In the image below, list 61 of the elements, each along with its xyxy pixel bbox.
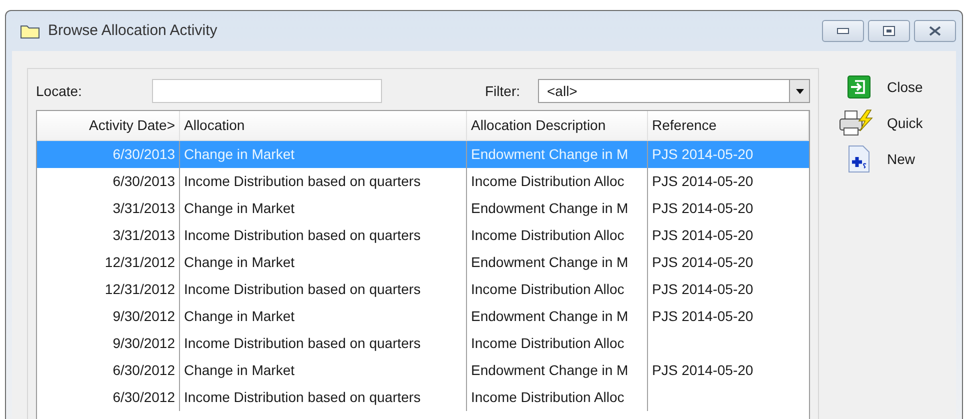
window-title: Browse Allocation Activity (48, 20, 218, 41)
restore-window-button[interactable] (868, 20, 910, 42)
table-cell-text: Income Distribution Alloc (471, 226, 624, 245)
minimize-icon (837, 28, 849, 34)
table-cell-text: PJS 2014-05-20 (652, 253, 754, 272)
table-cell-text: Income Distribution based on quarters (184, 334, 421, 353)
close-button[interactable]: Close (839, 72, 923, 102)
table-cell-text: 6/30/2013 (112, 172, 175, 191)
table-cell-text: 3/31/2013 (112, 226, 175, 245)
locate-label: Locate: (36, 82, 83, 100)
table-cell-text: Income Distribution based on quarters (184, 226, 421, 245)
column-header[interactable]: Allocation Description (467, 111, 648, 140)
exit-icon (847, 75, 871, 99)
table-cell-text: Change in Market (184, 145, 295, 164)
quick-button[interactable]: Quick (839, 108, 923, 138)
table-cell-text: Change in Market (184, 307, 295, 326)
table-cell-text: Income Distribution Alloc (471, 334, 624, 353)
table-cell-text: Endowment Change in M (471, 145, 628, 164)
table-cell-text: 6/30/2013 (112, 145, 175, 164)
table-cell-text: PJS 2014-05-20 (652, 199, 754, 218)
minimize-window-button[interactable] (822, 20, 864, 42)
table-cell-text: 6/30/2012 (112, 361, 175, 380)
table-cell-text: Endowment Change in M (471, 307, 628, 326)
table-cell-text: Income Distribution based on quarters (184, 388, 421, 407)
table-cell-text: Income Distribution Alloc (471, 388, 624, 407)
table-cell-text: 3/31/2013 (112, 199, 175, 218)
dropdown-arrow-button[interactable] (789, 80, 809, 102)
locate-field[interactable] (152, 79, 382, 103)
maximize-icon (883, 26, 895, 36)
table-cell-text: 12/31/2012 (104, 253, 175, 272)
table-cell-text: Change in Market (184, 199, 295, 218)
table-cell-text: Income Distribution Alloc (471, 280, 624, 299)
table-cell-text: PJS 2014-05-20 (652, 172, 754, 191)
filter-dropdown[interactable]: <all> (538, 79, 810, 103)
filter-label: Filter: (485, 82, 521, 100)
close-window-button[interactable] (914, 20, 956, 42)
table-cell-text: 9/30/2012 (112, 334, 175, 353)
table-cell-text: PJS 2014-05-20 (652, 145, 754, 164)
column-header[interactable]: Allocation (180, 111, 467, 140)
table-cell-text: Change in Market (184, 361, 295, 380)
table-cell-text: 9/30/2012 (112, 307, 175, 326)
table-cell-text: PJS 2014-05-20 (652, 226, 754, 245)
table-cell-text: Endowment Change in M (471, 199, 628, 218)
column-header[interactable]: Reference (648, 111, 809, 140)
new-button[interactable]: New (839, 144, 923, 174)
new-document-icon (847, 145, 871, 173)
table-cell-text: Change in Market (184, 253, 295, 272)
table-cell-text: PJS 2014-05-20 (652, 280, 754, 299)
table-cell-text: PJS 2014-05-20 (652, 361, 754, 380)
table-cell-text: Endowment Change in M (471, 361, 628, 380)
table-cell-text: Income Distribution Alloc (471, 172, 624, 191)
table-cell-text: PJS 2014-05-20 (652, 307, 754, 326)
table-cell-text: 12/31/2012 (104, 280, 175, 299)
table-cell-text: Endowment Change in M (471, 253, 628, 272)
column-header[interactable]: Activity Date> (37, 111, 180, 140)
close-icon (929, 26, 941, 36)
table-cell-text: Income Distribution based on quarters (184, 172, 421, 191)
table-cell-text: 6/30/2012 (112, 388, 175, 407)
caret-icon (796, 88, 804, 94)
table-cell-text: Income Distribution based on quarters (184, 280, 421, 299)
folder-icon (20, 23, 40, 39)
